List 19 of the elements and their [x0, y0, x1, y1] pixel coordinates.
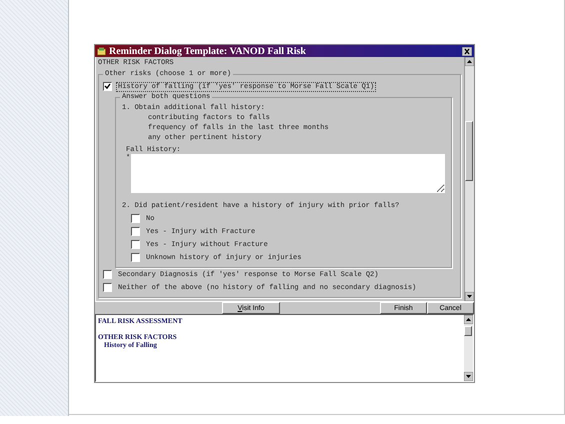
scroll-down-icon[interactable]	[464, 372, 473, 381]
checkbox[interactable]	[103, 82, 112, 91]
close-icon[interactable]	[462, 46, 472, 56]
scroll-up-icon[interactable]	[464, 315, 473, 324]
window-title: Reminder Dialog Template: VANOD Fall Risk	[109, 46, 307, 56]
checkbox[interactable]	[131, 227, 140, 236]
scroll-thumb[interactable]	[464, 326, 472, 336]
checkbox[interactable]	[103, 270, 112, 279]
scrollbar[interactable]	[464, 315, 473, 381]
checkbox[interactable]	[131, 253, 140, 262]
scroll-thumb[interactable]	[465, 121, 473, 181]
app-icon	[97, 46, 106, 56]
fall-history-field[interactable]	[131, 154, 446, 193]
checkbox[interactable]	[131, 214, 140, 223]
scrollbar[interactable]	[464, 57, 474, 301]
checkbox[interactable]	[131, 240, 140, 249]
scroll-down-icon[interactable]	[465, 292, 474, 301]
scroll-up-icon[interactable]	[465, 57, 474, 66]
checkbox[interactable]	[103, 283, 112, 292]
